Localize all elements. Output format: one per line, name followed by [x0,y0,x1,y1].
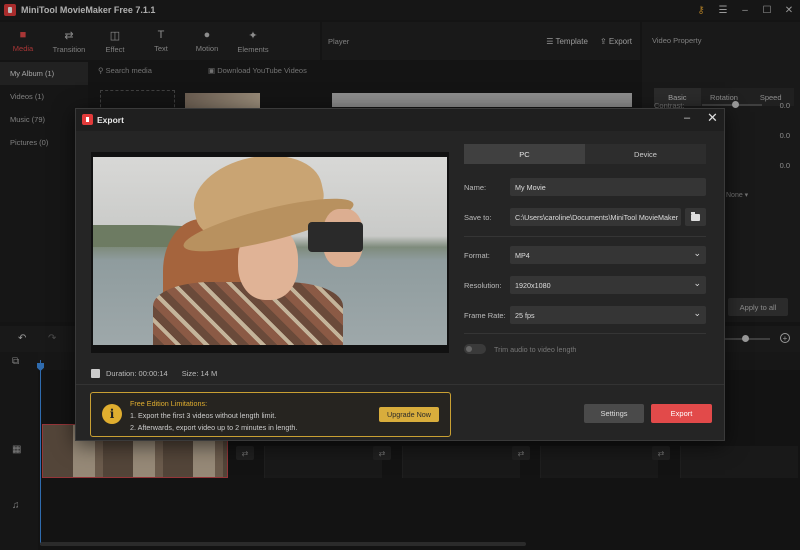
name-field[interactable]: My Movie [510,178,706,196]
frame-rate-value: 25 fps [515,310,535,320]
duration-value: 00:00:14 [138,369,168,378]
trim-audio-toggle[interactable] [464,344,486,354]
info-icon: i [102,404,122,424]
browse-folder-button[interactable] [685,208,706,226]
export-button[interactable]: Export [651,404,712,423]
dialog-title: Export [97,115,124,125]
footer-divider [76,384,724,385]
preview-image [93,157,447,345]
divider [464,333,706,334]
close-icon[interactable]: ✕ [707,110,718,126]
format-value: MP4 [515,250,530,260]
limit-line-1: 1. Export the first 3 videos without len… [130,411,277,420]
preview-camera [308,222,363,252]
app-logo-icon [82,114,93,125]
target-tabs: PC Device [464,144,706,164]
save-to-label: Save to: [464,213,492,222]
export-dialog: Export – ✕ Duration: 00:00:14 Size: 14 M… [75,108,725,441]
frame-rate-select[interactable]: 25 fps ⌄ [510,306,706,324]
size-value: 14 M [200,369,218,378]
limit-title: Free Edition Limitations: [130,399,208,408]
minimize-icon[interactable]: – [684,112,690,124]
dialog-header: Export – ✕ [76,109,724,131]
limit-line-2: 2. Afterwards, export video up to 2 minu… [130,423,298,432]
frame-rate-label: Frame Rate: [464,311,506,320]
name-label: Name: [464,183,487,192]
size-label: Size: [181,369,199,378]
export-meta: Duration: 00:00:14 Size: 14 M [91,369,217,378]
chevron-down-icon: ⌄ [693,308,701,318]
tab-pc[interactable]: PC [464,144,585,164]
resolution-label: Resolution: [464,281,502,290]
duration-label: Duration: [106,369,137,378]
format-select[interactable]: MP4 ⌄ [510,246,706,264]
chevron-down-icon: ⌄ [693,278,701,288]
save-path-field[interactable]: C:\Users\caroline\Documents\MiniTool Mov… [510,208,681,226]
free-edition-notice: i Free Edition Limitations: 1. Export th… [90,392,451,437]
film-icon [91,369,100,378]
trim-audio-label: Trim audio to video length [494,345,577,354]
chevron-down-icon: ⌄ [693,248,701,258]
settings-button[interactable]: Settings [584,404,644,423]
export-preview [91,152,449,353]
divider [464,236,706,237]
resolution-select[interactable]: 1920x1080 ⌄ [510,276,706,294]
upgrade-now-button[interactable]: Upgrade Now [379,407,439,422]
folder-icon [691,211,700,221]
tab-device[interactable]: Device [585,144,706,164]
format-label: Format: [464,251,490,260]
resolution-value: 1920x1080 [515,280,551,290]
